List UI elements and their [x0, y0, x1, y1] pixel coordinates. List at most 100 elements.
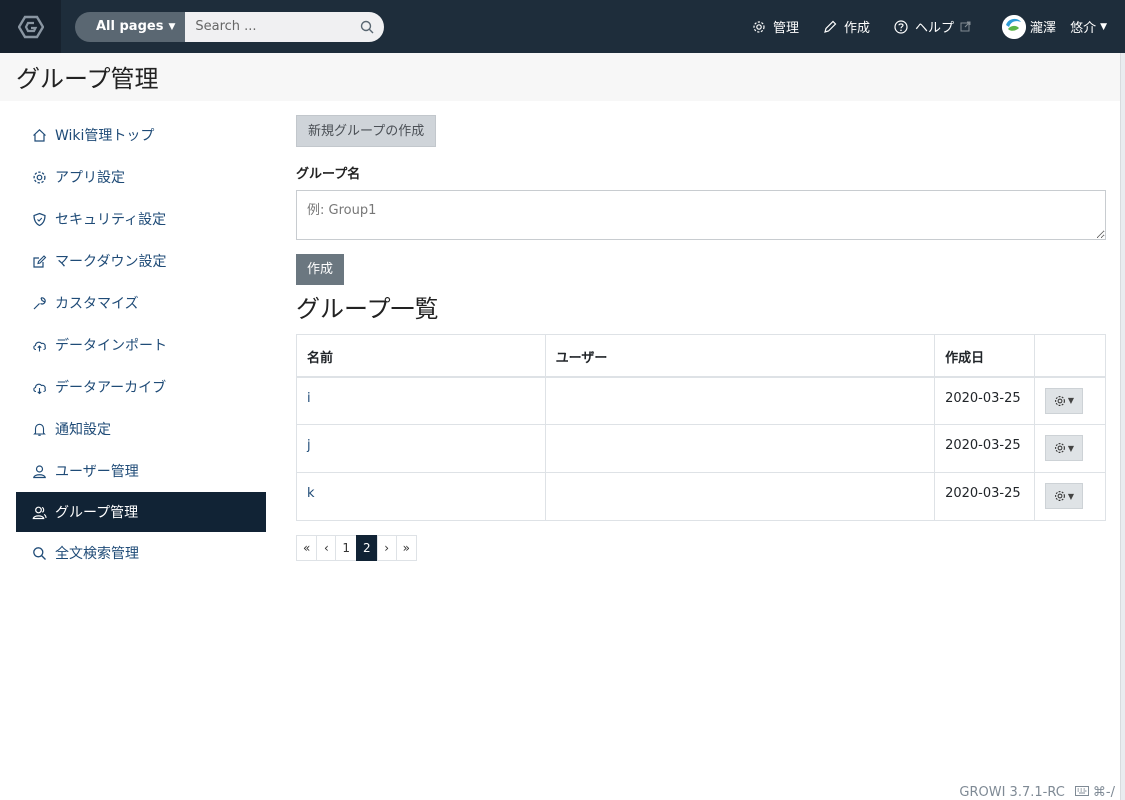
column-header-users: ユーザー — [544, 334, 936, 378]
table-row: i 2020-03-25 ▼ — [296, 376, 1107, 425]
column-header-actions — [1033, 334, 1107, 378]
sidebar-item-notification[interactable]: 通知設定 — [16, 408, 266, 450]
group-users-cell — [544, 472, 936, 521]
shield-icon — [33, 212, 46, 226]
sidebar-item-app-settings[interactable]: アプリ設定 — [16, 156, 266, 198]
caret-down-icon: ▼ — [1067, 491, 1075, 501]
pagination-next[interactable]: › — [376, 535, 397, 561]
group-name-link[interactable]: k — [296, 472, 546, 521]
actions-cell: ▼ — [1033, 424, 1107, 473]
growi-logo[interactable] — [0, 0, 61, 53]
gear-icon — [1054, 443, 1065, 453]
table-row: k 2020-03-25 ▼ — [296, 472, 1107, 521]
gear-icon — [33, 170, 46, 184]
pencil-icon — [824, 20, 837, 33]
page-title: グループ管理 — [16, 65, 159, 93]
group-created-cell: 2020-03-25 — [934, 376, 1035, 425]
growi-logo-icon — [17, 15, 44, 38]
cloud-upload-icon — [33, 341, 46, 351]
users-icon — [32, 506, 47, 519]
pagination-first[interactable]: « — [296, 535, 318, 561]
bell-icon — [33, 423, 46, 436]
sidebar-item-wiki-top[interactable]: Wiki管理トップ — [16, 114, 266, 156]
sidebar-item-label: カスタマイズ — [55, 296, 139, 312]
group-name-link[interactable]: j — [296, 424, 546, 473]
top-navbar: All pages ▼ 管理 作成 — [0, 0, 1125, 53]
group-table: 名前 ユーザー 作成日 i 2020-03-25 ▼ j 2020-03-25 … — [296, 334, 1107, 521]
sidebar-item-data-import[interactable]: データインポート — [16, 324, 266, 366]
search-scope-dropdown[interactable]: All pages ▼ — [75, 11, 186, 42]
pagination-prev[interactable]: ‹ — [316, 535, 337, 561]
sidebar-item-label: グループ管理 — [55, 505, 139, 521]
user-avatar[interactable] — [1002, 14, 1027, 39]
group-name-label: グループ名 — [296, 167, 361, 182]
new-group-button[interactable]: 新規グループの作成 — [296, 115, 437, 147]
search-box — [185, 11, 385, 42]
sidebar-item-markdown[interactable]: マークダウン設定 — [16, 240, 266, 282]
sidebar-item-label: ユーザー管理 — [55, 464, 139, 480]
pagination: « ‹ 1 2 › » — [296, 535, 1106, 561]
pagination-page-1[interactable]: 1 — [335, 535, 357, 561]
group-name-link[interactable]: i — [296, 376, 546, 425]
group-name-field[interactable] — [296, 190, 1106, 240]
caret-down-icon: ▼ — [1067, 396, 1075, 405]
help-link-label: ヘルプ — [915, 21, 955, 36]
group-actions-dropdown[interactable]: ▼ — [1044, 435, 1083, 461]
pagination-page-2[interactable]: 2 — [355, 535, 378, 561]
scrollbar-track[interactable] — [1120, 53, 1125, 800]
group-users-cell — [544, 376, 936, 425]
external-link-icon — [960, 21, 971, 32]
gear-icon — [753, 20, 765, 33]
table-row: j 2020-03-25 ▼ — [296, 424, 1107, 473]
sidebar-item-user-management[interactable]: ユーザー管理 — [16, 450, 266, 492]
create-link[interactable]: 作成 — [823, 17, 870, 36]
main-content: 新規グループの作成 グループ名 作成 グループ一覧 名前 ユーザー 作成日 i … — [296, 115, 1107, 561]
sidebar-item-label: Wiki管理トップ — [55, 128, 155, 144]
actions-cell: ▼ — [1033, 472, 1107, 521]
shortcuts-button[interactable]: ⌘-/ — [1074, 785, 1115, 800]
gear-icon — [1054, 395, 1065, 406]
cloud-download-icon — [33, 383, 46, 394]
group-actions-dropdown[interactable]: ▼ — [1044, 387, 1083, 414]
avatar-image — [1002, 14, 1027, 39]
admin-link[interactable]: 管理 — [752, 17, 799, 36]
sidebar-item-label: マークダウン設定 — [55, 254, 167, 270]
page-header: グループ管理 — [0, 53, 1120, 101]
sidebar-item-label: 全文検索管理 — [55, 546, 139, 562]
version-label: GROWI 3.7.1-RC — [959, 785, 1065, 800]
gear-icon — [1054, 491, 1065, 501]
create-group-button[interactable]: 作成 — [296, 254, 345, 285]
group-users-cell — [544, 424, 936, 473]
sidebar-item-label: 通知設定 — [55, 422, 111, 438]
user-last-name: 瀧澤 — [1030, 21, 1057, 36]
user-menu-dropdown[interactable]: 悠介 ▼ — [1070, 17, 1107, 36]
search-group: All pages ▼ — [75, 11, 385, 42]
sidebar-item-label: データアーカイブ — [55, 380, 167, 396]
home-icon — [33, 128, 46, 142]
group-created-cell: 2020-03-25 — [934, 424, 1035, 473]
sidebar-item-data-archive[interactable]: データアーカイブ — [16, 366, 266, 408]
wrench-icon — [33, 296, 46, 309]
group-list-title: グループ一覧 — [296, 295, 439, 323]
help-link[interactable]: ヘルプ — [894, 17, 978, 36]
search-icon[interactable] — [360, 20, 374, 34]
search-icon — [33, 546, 46, 560]
caret-down-icon: ▼ — [168, 21, 176, 32]
pagination-last[interactable]: » — [395, 535, 417, 561]
sidebar-item-label: アプリ設定 — [55, 170, 125, 186]
shortcut-label: ⌘-/ — [1092, 785, 1115, 800]
navbar-right: 管理 作成 ヘルプ 瀧澤 悠介 ▼ — [728, 0, 1125, 53]
search-input[interactable] — [195, 19, 361, 34]
admin-link-label: 管理 — [773, 21, 800, 36]
sidebar-item-group-management[interactable]: グループ管理 — [16, 492, 266, 532]
search-scope-label: All pages — [96, 19, 164, 34]
sidebar-item-security[interactable]: セキュリティ設定 — [16, 198, 266, 240]
user-first-name: 悠介 — [1070, 21, 1097, 36]
caret-down-icon: ▼ — [1067, 443, 1075, 453]
sidebar-item-fulltext-search[interactable]: 全文検索管理 — [16, 532, 266, 574]
footer: GROWI 3.7.1-RC ⌘-/ — [959, 785, 1115, 800]
group-actions-dropdown[interactable]: ▼ — [1044, 483, 1083, 509]
sidebar-item-customize[interactable]: カスタマイズ — [16, 282, 266, 324]
create-link-label: 作成 — [844, 21, 871, 36]
user-icon — [33, 464, 46, 478]
